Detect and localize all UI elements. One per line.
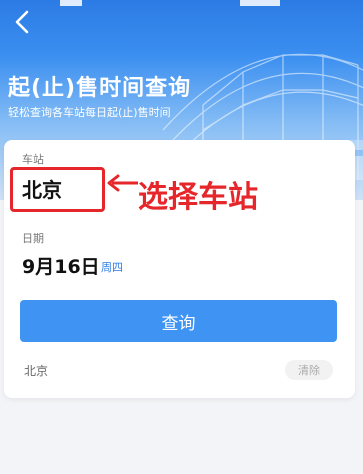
history-item[interactable]: 北京 [24,362,48,379]
status-bar-fragment [60,0,82,6]
page-title: 起(止)售时间查询 [8,76,192,101]
weekday-label: 周四 [101,261,123,274]
date-selector[interactable]: 9月16日 [22,252,100,279]
clear-history-button[interactable]: 清除 [285,360,333,380]
station-label: 车站 [22,153,44,166]
query-button[interactable]: 查询 [20,300,337,342]
annotation-text: 选择车站 [138,180,258,215]
status-bar-fragment [240,0,280,6]
back-arrow-icon[interactable] [12,10,34,34]
annotation-highlight-box [10,167,105,212]
date-label: 日期 [22,232,44,245]
page-subtitle: 轻松查询各车站每日起(止)售时间 [8,106,171,119]
annotation-arrow-icon [107,174,138,192]
